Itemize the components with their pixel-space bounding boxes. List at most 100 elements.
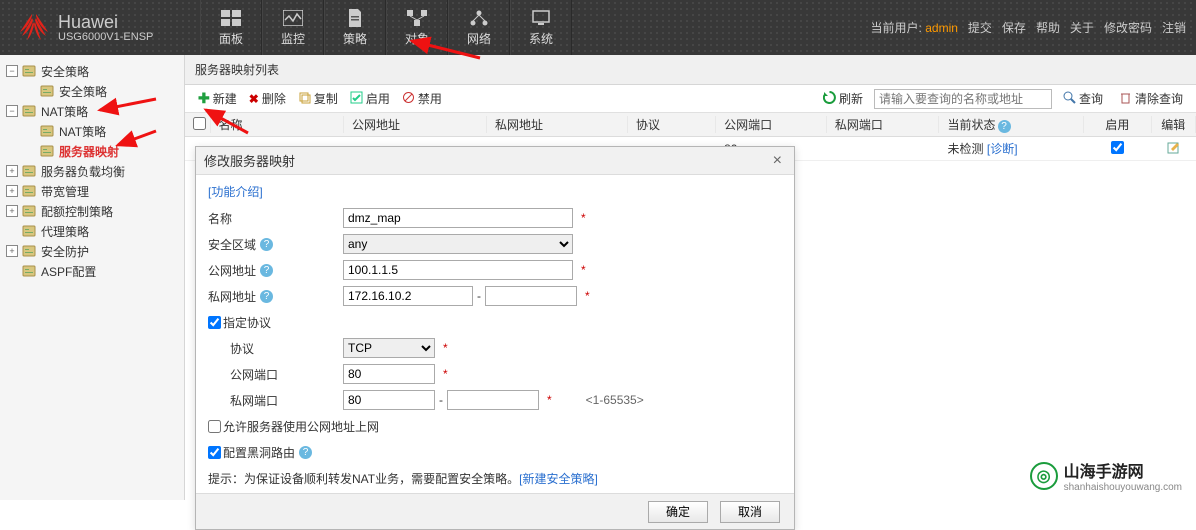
action-submit[interactable]: 提交 [968,19,992,36]
tree-item-5[interactable]: 服务器负载均衡 [0,161,184,181]
row-enable-checkbox[interactable] [1111,141,1124,154]
public-ip-input[interactable] [343,260,573,280]
tree-toggle-icon[interactable] [6,245,18,257]
label-name: 名称 [208,210,343,227]
tree-item-9[interactable]: 安全防护 [0,241,184,261]
tree-item-6[interactable]: 带宽管理 [0,181,184,201]
new-security-policy-link[interactable]: [新建安全策略] [519,472,598,486]
function-intro-link[interactable]: [功能介绍] [208,183,263,200]
disable-button[interactable]: 禁用 [397,88,447,109]
col-private-port: 私网端口 [827,116,940,133]
search-input[interactable] [874,89,1052,109]
dialog-title-bar[interactable]: 修改服务器映射 × [196,147,794,175]
zone-select[interactable]: any [343,234,573,254]
label-zone: 安全区域? [208,236,343,253]
watermark-sub: shanhaishouyouwang.com [1064,482,1182,493]
object-icon [406,9,428,27]
cell-status: 未检测 [诊断] [940,140,1085,157]
help-icon[interactable]: ? [260,290,273,303]
tree-label: NAT策略 [41,103,88,120]
tree-label: 带宽管理 [41,183,89,200]
copy-button[interactable]: 复制 [293,88,343,109]
dashboard-icon [220,9,242,27]
tree-label: 安全策略 [41,63,89,80]
label-public-port: 公网端口 [230,366,343,383]
tree-toggle-icon[interactable] [6,165,18,177]
folder-icon [40,84,56,98]
tree-item-2[interactable]: NAT策略 [0,101,184,121]
delete-button[interactable]: ✖删除 [244,88,291,109]
name-input[interactable] [343,208,573,228]
action-logout[interactable]: 注销 [1162,19,1186,36]
action-help[interactable]: 帮助 [1036,19,1060,36]
tab-monitor[interactable]: 监控 [262,0,324,55]
col-status: 当前状态? [939,116,1084,133]
allow-public-surf-checkbox[interactable] [208,420,221,433]
brand-name: Huawei [58,13,153,31]
folder-icon [22,224,38,238]
tab-object[interactable]: 对象 [386,0,448,55]
cancel-button[interactable]: 取消 [720,501,780,523]
specify-protocol-checkbox[interactable] [208,316,221,329]
tab-system[interactable]: 系统 [510,0,572,55]
help-icon[interactable]: ? [260,264,273,277]
tree-toggle-icon[interactable] [6,205,18,217]
private-ip-input[interactable] [343,286,473,306]
copy-icon [298,91,311,107]
blackhole-route-checkbox[interactable] [208,446,221,459]
col-public-addr: 公网地址 [344,116,487,133]
help-icon[interactable]: ? [998,120,1011,133]
ok-button[interactable]: 确定 [648,501,708,523]
policy-icon [344,9,366,27]
tree-label: 安全策略 [59,83,107,100]
label-public-ip: 公网地址? [208,262,343,279]
tree-label: 配额控制策略 [41,203,113,220]
refresh-icon [823,91,836,107]
tree-item-0[interactable]: 安全策略 [0,61,184,81]
close-icon[interactable]: × [769,152,786,170]
protocol-select[interactable]: TCP [343,338,435,358]
tree-label: 服务器负载均衡 [41,163,125,180]
private-ip-end-input[interactable] [485,286,577,306]
tree-item-3[interactable]: NAT策略 [0,121,184,141]
help-icon[interactable]: ? [260,238,273,251]
huawei-logo-icon [18,12,50,44]
header-actions: 当前用户: admin 提交 保存 帮助 关于 修改密码 注销 [871,19,1186,36]
help-icon[interactable]: ? [299,446,312,459]
tab-dashboard[interactable]: 面板 [200,0,262,55]
tree-item-1[interactable]: 安全策略 [0,81,184,101]
tree-label: 安全防护 [41,243,89,260]
query-button[interactable]: 查询 [1058,88,1108,109]
folder-icon [22,244,38,258]
tree-item-8[interactable]: 代理策略 [0,221,184,241]
enable-button[interactable]: 启用 [345,88,395,109]
folder-icon [40,144,56,158]
private-port-input[interactable] [343,390,435,410]
tree-item-10[interactable]: ASPF配置 [0,261,184,281]
dialog-tip: 提示：为保证设备顺利转发NAT业务，需要配置安全策略。[新建安全策略] [208,470,782,487]
col-protocol: 协议 [628,116,716,133]
diagnose-link[interactable]: [诊断] [987,142,1018,156]
tab-network[interactable]: 网络 [448,0,510,55]
tree-label: 代理策略 [41,223,89,240]
clear-query-button[interactable]: 清除查询 [1114,88,1188,109]
network-icon [468,9,490,27]
action-change-password[interactable]: 修改密码 [1104,19,1152,36]
action-about[interactable]: 关于 [1070,19,1094,36]
action-save[interactable]: 保存 [1002,19,1026,36]
tree-item-7[interactable]: 配额控制策略 [0,201,184,221]
tree-toggle-icon[interactable] [6,185,18,197]
refresh-button[interactable]: 刷新 [818,88,868,109]
new-button[interactable]: ✚新建 [193,88,242,109]
public-port-input[interactable] [343,364,435,384]
folder-icon [22,264,38,278]
col-enabled: 启用 [1084,116,1151,133]
edit-server-map-dialog: 修改服务器映射 × [功能介绍] 名称* 安全区域?any 公网地址?* 私网地… [195,146,795,530]
tree-toggle-icon[interactable] [6,65,18,77]
tree-item-4[interactable]: 服务器映射 [0,141,184,161]
private-port-end-input[interactable] [447,390,539,410]
tab-policy[interactable]: 策略 [324,0,386,55]
tree-toggle-icon[interactable] [6,105,18,117]
edit-icon[interactable] [1167,143,1181,157]
select-all-checkbox[interactable] [193,117,206,130]
